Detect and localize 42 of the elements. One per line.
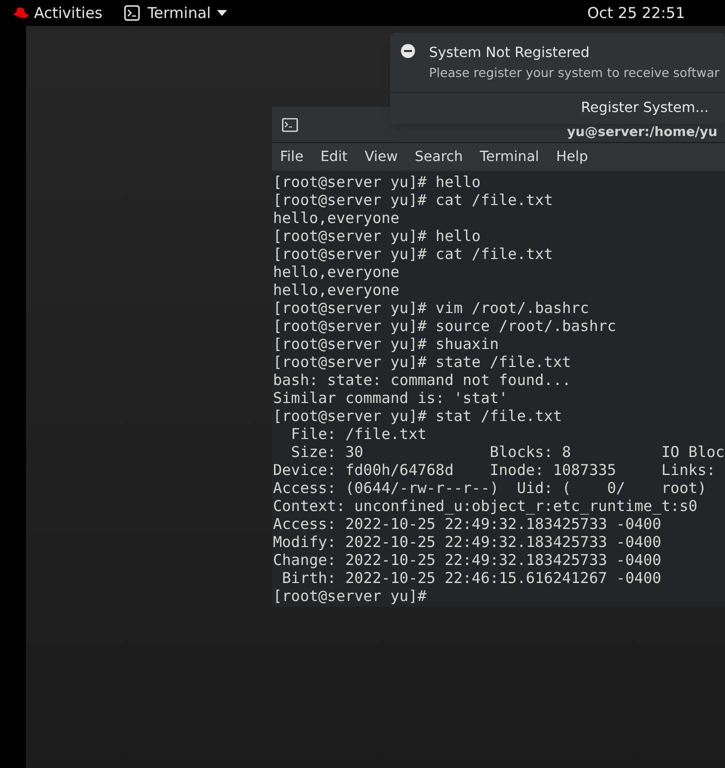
- menu-item[interactable]: Help: [556, 146, 588, 168]
- menu-item[interactable]: File: [280, 146, 304, 168]
- terminal-line: [root@server yu]# shuaxin: [273, 335, 499, 353]
- caret-icon: [216, 10, 227, 16]
- terminal-line: Change: 2022-10-25 22:49:32.183425733 -0400: [273, 551, 662, 569]
- clock[interactable]: Oct 25 22:51: [587, 2, 685, 24]
- terminal-line: Access: (0644/-rw-r--r--) Uid: ( 0/ root): [273, 479, 706, 497]
- terminal-line: hello,everyone: [273, 263, 400, 281]
- hat-icon: [12, 7, 29, 19]
- register-system-button[interactable]: Register System...: [580, 98, 710, 119]
- notification-body: Please register your system to receive softwar: [429, 64, 720, 82]
- terminal-line: [root@server yu]# cat /file.txt: [273, 191, 553, 209]
- menu-item[interactable]: Search: [414, 146, 463, 168]
- terminal-line: Birth: 2022-10-25 22:46:15.616241267 -0400: [281, 569, 662, 587]
- terminal-line: [root@server yu]# vim /root/.bashrc: [273, 299, 590, 317]
- terminal-line: Similar command is: 'stat': [273, 389, 508, 407]
- terminal-line: [root@server yu]# hello: [273, 173, 481, 191]
- terminal-line: Modify: 2022-10-25 22:49:32.183425733 -0400: [273, 533, 662, 551]
- terminal-line: bash: state: command not found...: [273, 371, 572, 389]
- menu-item[interactable]: Terminal: [480, 146, 540, 168]
- terminal-line: [root@server yu]# hello: [273, 227, 481, 245]
- activities-button[interactable]: Activities: [34, 2, 102, 24]
- menu-item[interactable]: View: [364, 146, 398, 168]
- app-menu[interactable]: Terminal: [147, 2, 211, 24]
- menu-item[interactable]: Edit: [320, 146, 348, 168]
- terminal-line: Device: fd00h/64768d Inode: 1087335 Links:: [273, 461, 716, 479]
- terminal-icon: [282, 118, 298, 132]
- terminal-line: Context: unconfined_u:object_r:etc_runtime_t:s0: [273, 497, 698, 515]
- notification-title: System Not Registered: [429, 44, 590, 63]
- terminal-line: [root@server yu]# stat /file.txt: [273, 407, 562, 425]
- terminal-line: File: /file.txt: [290, 425, 427, 443]
- terminal-line: [root@server yu]#: [273, 587, 427, 605]
- terminal-line: [root@server yu]# state /file.txt: [273, 353, 572, 371]
- terminal-icon: [124, 5, 140, 21]
- terminal-line: [root@server yu]# source /root/.bashrc: [273, 317, 616, 335]
- terminal-line: Size: 30 Blocks: 8 IO Bloc: [290, 443, 725, 461]
- terminal-line: Access: 2022-10-25 22:49:32.183425733 -0400: [273, 515, 662, 533]
- terminal-line: [root@server yu]# cat /file.txt: [273, 245, 553, 263]
- terminal-line: hello,everyone: [273, 209, 400, 227]
- minus-circle-icon: [401, 44, 415, 58]
- terminal-line: hello,everyone: [273, 281, 400, 299]
- window-title: yu@server:/home/yu: [567, 125, 718, 141]
